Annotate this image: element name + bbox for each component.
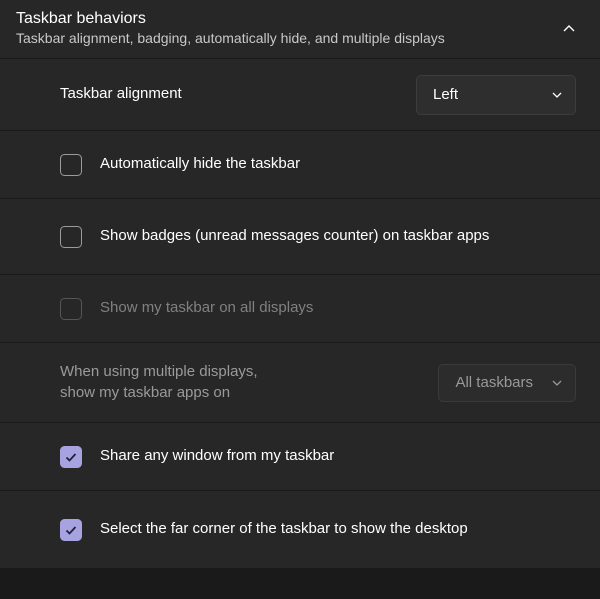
chevron-up-icon (562, 22, 576, 36)
section-subtitle: Taskbar alignment, badging, automaticall… (16, 30, 584, 46)
autohide-checkbox[interactable] (60, 154, 82, 176)
multi-displays-select: All taskbars (438, 364, 576, 402)
taskbar-alignment-row: Taskbar alignment Left (0, 59, 600, 131)
badges-label: Show badges (unread messages counter) on… (100, 226, 576, 246)
section-header[interactable]: Taskbar behaviors Taskbar alignment, bad… (0, 0, 600, 59)
multi-displays-label: When using multiple displays, show my ta… (60, 362, 438, 403)
taskbar-alignment-label: Taskbar alignment (60, 84, 416, 104)
far-corner-checkbox[interactable] (60, 519, 82, 541)
far-corner-label: Select the far corner of the taskbar to … (100, 519, 576, 539)
far-corner-row[interactable]: Select the far corner of the taskbar to … (0, 491, 600, 569)
taskbar-alignment-select[interactable]: Left (416, 75, 576, 115)
share-window-label: Share any window from my taskbar (100, 446, 576, 466)
badges-row[interactable]: Show badges (unread messages counter) on… (0, 199, 600, 275)
section-title: Taskbar behaviors (16, 10, 584, 28)
badges-checkbox[interactable] (60, 226, 82, 248)
all-displays-checkbox (60, 298, 82, 320)
taskbar-behaviors-panel: Taskbar behaviors Taskbar alignment, bad… (0, 0, 600, 569)
chevron-down-icon (551, 89, 563, 101)
share-window-checkbox[interactable] (60, 446, 82, 468)
taskbar-alignment-value: Left (433, 86, 458, 103)
all-displays-label: Show my taskbar on all displays (100, 298, 576, 318)
chevron-down-icon (551, 377, 563, 389)
autohide-label: Automatically hide the taskbar (100, 154, 576, 174)
share-window-row[interactable]: Share any window from my taskbar (0, 423, 600, 491)
multi-displays-value: All taskbars (455, 374, 533, 391)
all-displays-row: Show my taskbar on all displays (0, 275, 600, 343)
multi-displays-row: When using multiple displays, show my ta… (0, 343, 600, 423)
autohide-row[interactable]: Automatically hide the taskbar (0, 131, 600, 199)
